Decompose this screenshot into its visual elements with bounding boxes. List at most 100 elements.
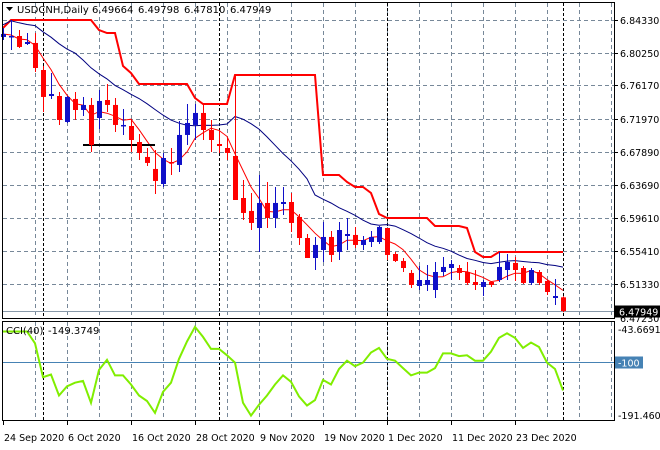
bullish-candle	[177, 120, 182, 172]
bullish-candle	[369, 230, 374, 247]
bullish-candle	[1, 28, 6, 40]
bullish-candle	[273, 186, 278, 228]
candle-body	[529, 270, 534, 283]
bearish-candle	[233, 74, 238, 200]
date-label: 16 Oct 2020	[132, 433, 191, 444]
bearish-candle	[409, 270, 414, 288]
bearish-candle	[73, 92, 78, 120]
highest-high-channel-line	[2, 19, 563, 258]
candle-body	[329, 236, 334, 255]
bearish-candle	[489, 280, 494, 287]
bullish-candle	[425, 264, 430, 291]
bearish-candle	[393, 252, 398, 262]
candle-body	[185, 122, 190, 135]
candle-body	[537, 272, 542, 283]
bullish-candle	[417, 266, 422, 290]
candle-body	[409, 272, 414, 285]
price-tick-label: 6.67890	[620, 148, 659, 159]
candle-body	[169, 162, 174, 164]
bearish-candle	[457, 264, 462, 280]
bearish-candle	[353, 226, 358, 248]
date-label: 28 Oct 2020	[196, 433, 255, 444]
bullish-candle	[529, 268, 534, 285]
candle-body	[25, 42, 30, 44]
candle-body	[273, 202, 278, 218]
candle-body	[553, 296, 558, 298]
bearish-candle	[113, 98, 118, 132]
date-label: 11 Dec 2020	[452, 433, 513, 444]
candle-body	[393, 254, 398, 261]
candle-body	[97, 100, 102, 118]
bearish-candle	[473, 270, 478, 290]
candle-body	[305, 238, 310, 258]
price-tick-label: 6.80250	[620, 49, 659, 60]
candle-body	[257, 202, 262, 228]
bullish-candle	[553, 278, 558, 305]
bearish-candle	[57, 92, 62, 125]
bullish-candle	[185, 104, 190, 145]
candle-body	[41, 70, 46, 97]
bearish-candle	[145, 148, 150, 166]
grid-lines	[3, 3, 614, 420]
candle-body	[513, 262, 518, 270]
candle-body	[161, 158, 166, 184]
cci-line	[3, 325, 564, 418]
candle-body	[369, 236, 374, 242]
bullish-candle	[377, 226, 382, 244]
price-tick-label: 6.55410	[620, 247, 659, 258]
candle-body	[361, 240, 366, 245]
bullish-candle	[121, 108, 126, 135]
bullish-candle	[25, 32, 30, 45]
cci-scale-top: -43.6691	[618, 325, 660, 336]
bearish-candle	[537, 270, 542, 285]
candle-body	[281, 202, 286, 204]
bullish-candle	[257, 174, 262, 252]
candle-body	[441, 266, 446, 272]
candle-body	[425, 280, 430, 285]
bearish-candle	[129, 118, 134, 152]
bullish-candle	[481, 280, 486, 296]
candle-body	[297, 216, 302, 238]
slow-moving-average-line	[2, 20, 564, 268]
bearish-candle	[137, 134, 142, 160]
candle-body	[545, 280, 550, 292]
candle-body	[289, 202, 294, 223]
candle-body	[89, 104, 94, 145]
price-tick-label: 6.71970	[620, 115, 659, 126]
bullish-candle	[65, 96, 70, 123]
bearish-candle	[297, 214, 302, 245]
price-tick-label: 6.51330	[620, 280, 659, 291]
bearish-candle	[305, 234, 310, 258]
cci-level-label: -100	[618, 359, 640, 370]
bearish-candle	[329, 230, 334, 262]
candle-body	[489, 282, 494, 285]
triangle-down-icon[interactable]	[6, 7, 13, 11]
bearish-candle	[41, 66, 46, 112]
cci-scale-bottom: -191.4606	[618, 411, 660, 422]
ohlc-low: 6.47810	[184, 5, 225, 16]
candle-body	[417, 280, 422, 286]
bullish-candle	[321, 222, 326, 262]
cci-header: CCI(40) -149.3749	[6, 326, 99, 337]
cci-panel	[2, 325, 614, 418]
candle-body	[241, 198, 246, 213]
candle-body	[193, 112, 198, 125]
bearish-candle	[153, 150, 158, 194]
price-chart[interactable]: 6.84330 6.80250 6.76170 6.71970 6.67890 6.636…	[0, 0, 660, 450]
candle-body	[449, 264, 454, 268]
cci-value: -149.3749	[48, 326, 99, 337]
indicator-overlays	[2, 19, 564, 291]
candle-body	[81, 104, 86, 110]
candle-body	[137, 142, 142, 153]
bullish-candle	[433, 262, 438, 298]
candle-body	[313, 244, 318, 258]
candle-body	[249, 210, 254, 223]
price-tick-label: 6.59610	[620, 214, 659, 225]
ohlc-high: 6.49798	[138, 5, 179, 16]
ohlc-close: 6.47949	[230, 5, 271, 16]
date-label: 6 Oct 2020	[68, 433, 121, 444]
candle-body	[49, 94, 54, 96]
candle-body	[457, 268, 462, 273]
bullish-candle	[505, 254, 510, 280]
bearish-candle	[33, 32, 38, 72]
